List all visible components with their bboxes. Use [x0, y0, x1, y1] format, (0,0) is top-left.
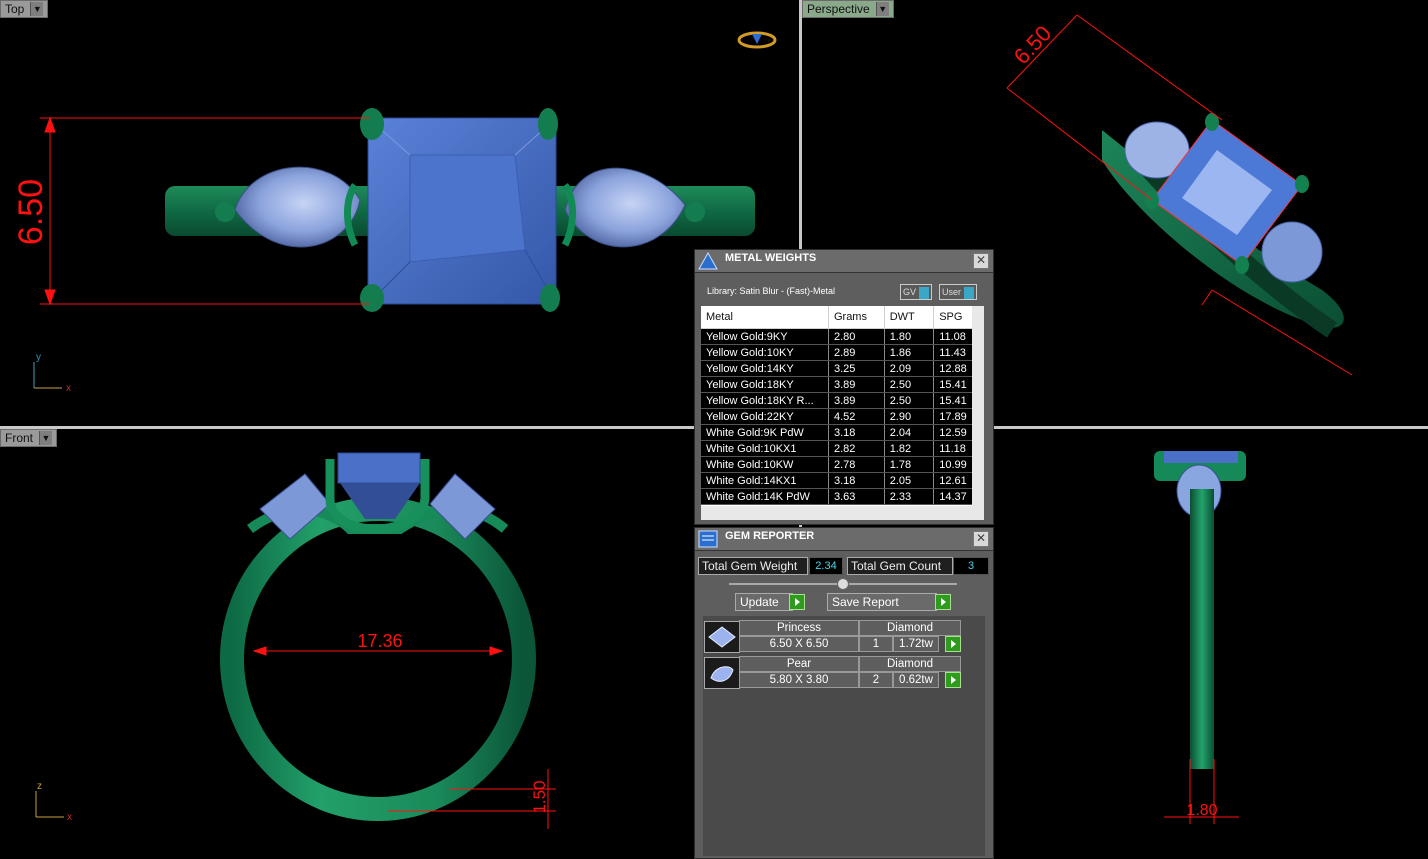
table-row[interactable]: White Gold:10KX1 2.82 1.82 11.18	[701, 440, 984, 457]
gem-list[interactable]: Princess Diamond 6.50 X 6.50 1 1.72tw Pe…	[703, 616, 985, 856]
library-label: Library: Satin Blur - (Fast)-Metal	[707, 286, 836, 296]
metal-weights-title: METAL WEIGHTS	[725, 252, 817, 264]
right-viewport[interactable]: 1.80	[994, 429, 1428, 857]
viewport-tab-top[interactable]: Top ▼	[0, 0, 49, 18]
viewport-tab-perspective[interactable]: Perspective ▼	[802, 0, 894, 18]
column-header-metal[interactable]: Metal	[701, 306, 829, 329]
gv-toggle[interactable]: GV	[900, 284, 933, 300]
right-view-canvas[interactable]: 1.80	[994, 429, 1428, 857]
metal-weights-icon	[698, 251, 718, 270]
close-icon[interactable]: ✕	[973, 253, 989, 269]
user-toggle[interactable]: User	[939, 284, 978, 300]
metal-weights-panel: METAL WEIGHTS ✕ Library: Satin Blur - (F…	[694, 249, 994, 525]
table-row[interactable]: Yellow Gold:10KY 2.89 1.86 11.43	[701, 344, 984, 361]
table-row[interactable]: White Gold:10KW 2.78 1.78 10.99	[701, 456, 984, 473]
column-header-dwt[interactable]: DWT	[884, 306, 935, 329]
svg-text:z: z	[37, 781, 42, 792]
close-icon[interactable]: ✕	[973, 531, 989, 547]
right-view-shank	[1190, 489, 1214, 769]
svg-text:y: y	[36, 352, 41, 363]
vertical-scrollbar[interactable]	[972, 306, 984, 506]
front-view-canvas[interactable]: 17.36 1.50 x z	[0, 429, 694, 857]
chevron-down-icon[interactable]: ▼	[875, 2, 889, 16]
ring-gizmo-icon[interactable]	[737, 31, 777, 49]
total-gem-count-value: 3	[953, 557, 989, 575]
total-gem-weight-value: 2.34	[809, 557, 843, 575]
front-thickness-label: 1.50	[530, 780, 549, 813]
table-row[interactable]: Yellow Gold:18KY 3.89 2.50 15.41	[701, 376, 984, 393]
table-row[interactable]: Yellow Gold:18KY R... 3.89 2.50 15.41	[701, 392, 984, 409]
gem-detail-arrow-icon[interactable]	[945, 672, 961, 688]
save-report-arrow-icon[interactable]	[935, 594, 951, 610]
chevron-down-icon[interactable]: ▼	[30, 2, 44, 16]
table-row[interactable]: White Gold:14KX1 3.18 2.05 12.61	[701, 472, 984, 489]
slider-handle[interactable]	[837, 578, 849, 590]
update-arrow-icon[interactable]	[789, 594, 805, 610]
pear-gem-icon	[704, 657, 740, 689]
list-item[interactable]: Princess Diamond 6.50 X 6.50 1 1.72tw	[703, 620, 965, 653]
gem-reporter-title: GEM REPORTER	[725, 530, 815, 542]
column-header-grams[interactable]: Grams	[828, 306, 885, 329]
front-width-label: 17.36	[357, 631, 402, 651]
top-axis-indicator: x y	[33, 352, 71, 394]
gem-reporter-icon	[698, 530, 718, 548]
svg-text:x: x	[67, 812, 72, 823]
gem-reporter-panel: GEM REPORTER ✕ Total Gem Weight 2.34 Tot…	[694, 527, 994, 859]
list-item[interactable]: Pear Diamond 5.80 X 3.80 2 0.62tw	[703, 656, 965, 689]
gem-detail-arrow-icon[interactable]	[945, 636, 961, 652]
metal-weights-table[interactable]: Metal Grams DWT SPG Yellow Gold:9KY 2.80 1…	[701, 306, 984, 520]
viewport-tab-front[interactable]: Front ▼	[0, 429, 58, 447]
chevron-down-icon[interactable]: ▼	[39, 431, 53, 445]
princess-gem-icon	[704, 621, 740, 653]
table-row[interactable]: Yellow Gold:14KY 3.25 2.09 12.88	[701, 360, 984, 377]
total-gem-count-label: Total Gem Count	[847, 557, 953, 575]
horizontal-scrollbar[interactable]	[701, 506, 984, 520]
front-axis-indicator: x z	[35, 781, 72, 823]
total-gem-weight-label: Total Gem Weight	[698, 557, 808, 575]
save-report-button[interactable]: Save Report	[827, 593, 937, 611]
right-dimension-label: 1.80	[1186, 802, 1217, 819]
metal-weights-titlebar[interactable]: METAL WEIGHTS ✕	[695, 250, 993, 273]
table-row[interactable]: Yellow Gold:22KY 4.52 2.90 17.89	[701, 408, 984, 425]
top-view-canvas[interactable]: 6.50 x y	[0, 0, 799, 426]
top-dimension-label: 6.50	[12, 179, 50, 245]
table-row[interactable]: Yellow Gold:9KY 2.80 1.80 11.08	[701, 328, 984, 345]
table-row[interactable]: White Gold:14K PdW 3.63 2.33 14.37	[701, 488, 984, 505]
table-row[interactable]: White Gold:9K PdW 3.18 2.04 12.59	[701, 424, 984, 441]
top-viewport[interactable]: 6.50 x y Top ▼	[0, 0, 799, 426]
front-viewport[interactable]: 17.36 1.50 x z Front ▼	[0, 429, 694, 857]
perspective-dimension-label: 6.50	[1009, 21, 1056, 69]
update-button[interactable]: Update	[735, 593, 793, 611]
gem-reporter-titlebar[interactable]: GEM REPORTER ✕	[695, 528, 993, 551]
svg-text:x: x	[66, 383, 71, 394]
